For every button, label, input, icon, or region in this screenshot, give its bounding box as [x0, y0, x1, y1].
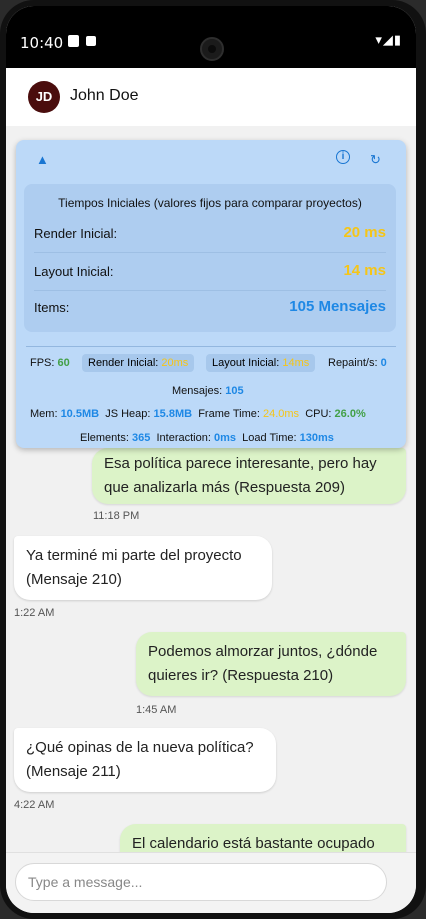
initial-times-card: Tiempos Iniciales (valores fijos para co…: [24, 184, 396, 332]
render-chip: Render Inicial: 20ms: [82, 354, 195, 372]
frame-label: Frame Time:: [198, 408, 260, 420]
render-value: 20ms: [161, 357, 189, 369]
message-bubble-sent[interactable]: Podemos almorzar juntos, ¿dónde quieres …: [136, 632, 406, 696]
message-time: 4:22 AM: [14, 799, 55, 811]
frame-value: 24.0ms: [262, 408, 300, 420]
layout-label: Layout Inicial:: [212, 357, 280, 369]
sd-card-icon: [68, 35, 79, 47]
row-value: 105 Mensajes: [289, 298, 386, 315]
initial-times-title: Tiempos Iniciales (valores fijos para co…: [58, 196, 362, 210]
fps-value: 60: [57, 357, 70, 369]
row-value: 20 ms: [343, 224, 386, 241]
mensajes-label: Mensajes:: [172, 385, 223, 397]
contact-name[interactable]: John Doe: [70, 87, 139, 105]
repaint-label: Repaint/s:: [328, 357, 378, 369]
render-initial-row: Render Inicial: 20 ms: [34, 216, 386, 253]
collapse-toggle-icon[interactable]: ▲: [36, 152, 49, 167]
resource-metrics: Mem: 10.5MB JS Heap: 15.8MB Frame Time: …: [30, 408, 366, 420]
message-bubble-sent[interactable]: Esa política parece interesante, pero ha…: [92, 448, 406, 504]
performance-panel: ▲ i ↻ Tiempos Iniciales (valores fijos p…: [16, 140, 406, 448]
signal-battery-icons: ▾◢▮: [375, 32, 402, 48]
row-label: Layout Inicial:: [34, 264, 114, 279]
dom-metrics: Elements: 365 Interaction: 0ms Load Time…: [80, 432, 334, 444]
layout-value: 14ms: [282, 357, 310, 369]
message-text: El calendario está bastante ocupado: [132, 835, 375, 852]
elements-label: Elements:: [80, 432, 129, 444]
row-label: Items:: [34, 300, 70, 315]
notification-icon: [86, 36, 96, 46]
mem-value: 10.5MB: [60, 408, 100, 420]
composer-bar: [6, 852, 416, 913]
mensajes-value: 105: [225, 385, 244, 397]
render-label: Render Inicial:: [88, 357, 159, 369]
repaint-value: 0: [380, 357, 387, 369]
screen: 10:40 ▾◢▮ JD John Doe Esa política parec…: [6, 6, 416, 913]
message-text: Podemos almorzar juntos, ¿dónde quieres …: [148, 643, 378, 684]
row-label: Render Inicial:: [34, 226, 118, 241]
divider: [26, 346, 396, 347]
layout-initial-row: Layout Inicial: 14 ms: [34, 254, 386, 291]
message-time: 11:18 PM: [93, 510, 140, 522]
heap-label: JS Heap:: [105, 408, 151, 420]
fps-label: FPS:: [30, 357, 55, 369]
interaction-label: Interaction:: [156, 432, 211, 444]
wifi-icon: ▾: [375, 32, 383, 47]
message-text: Ya terminé mi parte del proyecto (Mensaj…: [26, 547, 242, 588]
mensajes-metric: Mensajes: 105: [172, 385, 244, 397]
load-label: Load Time:: [242, 432, 297, 444]
chat-header: JD John Doe: [6, 68, 416, 126]
phone-frame: 10:40 ▾◢▮ JD John Doe Esa política parec…: [0, 0, 426, 919]
cell-signal-icon: ◢: [382, 32, 394, 47]
message-bubble-received[interactable]: ¿Qué opinas de la nueva política? (Mensa…: [14, 728, 276, 792]
heap-value: 15.8MB: [153, 408, 193, 420]
elements-value: 365: [131, 432, 151, 444]
mem-label: Mem:: [30, 408, 58, 420]
layout-chip: Layout Inicial: 14ms: [206, 354, 316, 372]
cpu-label: CPU:: [305, 408, 332, 420]
row-value: 14 ms: [343, 262, 386, 279]
fps-metric: FPS: 60: [30, 357, 70, 369]
message-text: Esa política parece interesante, pero ha…: [104, 455, 377, 496]
interaction-value: 0ms: [213, 432, 236, 444]
message-time: 1:22 AM: [14, 607, 55, 619]
cpu-value: 26.0%: [334, 408, 366, 420]
message-text: ¿Qué opinas de la nueva política? (Mensa…: [26, 739, 254, 780]
refresh-icon[interactable]: ↻: [370, 152, 381, 168]
status-bar: 10:40 ▾◢▮: [6, 6, 416, 68]
status-time: 10:40: [20, 34, 64, 52]
battery-icon: ▮: [393, 32, 402, 47]
message-bubble-sent[interactable]: El calendario está bastante ocupado: [120, 824, 406, 852]
front-camera: [200, 37, 224, 61]
message-input[interactable]: [15, 863, 387, 901]
avatar[interactable]: JD: [28, 81, 60, 113]
message-bubble-received[interactable]: Ya terminé mi parte del proyecto (Mensaj…: [14, 536, 272, 600]
load-value: 130ms: [299, 432, 334, 444]
items-row: Items: 105 Mensajes: [34, 290, 386, 326]
repaint-metric: Repaint/s: 0: [328, 357, 387, 369]
info-icon[interactable]: i: [336, 150, 350, 164]
message-time: 1:45 AM: [136, 704, 177, 716]
